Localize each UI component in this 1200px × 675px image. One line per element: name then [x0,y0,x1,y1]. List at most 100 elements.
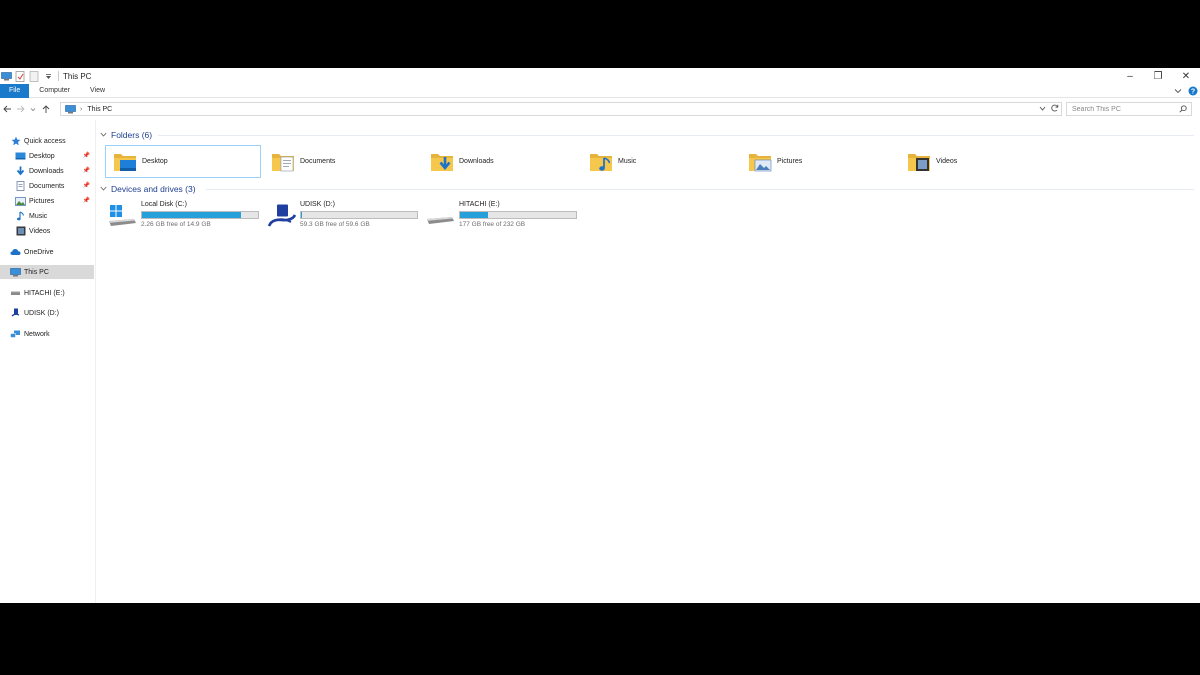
drive-free-space: 2.26 GB free of 14.9 GB [141,221,211,228]
folder-tile-downloads[interactable]: Downloads [423,145,579,178]
expand-ribbon-icon[interactable] [1174,88,1182,94]
sidebar-item-label: Music [29,212,48,220]
group-divider [158,135,1194,136]
pin-icon[interactable]: 📌 [83,197,90,204]
pin-icon[interactable]: 📌 [83,182,90,189]
sidebar-item-documents[interactable]: Documents 📌 [0,179,94,193]
sidebar-item-hitachi[interactable]: HITACHI (E:) [0,286,94,300]
search-icon[interactable] [1179,105,1187,115]
window-title: This PC [63,71,92,81]
sidebar-item-this-pc[interactable]: This PC [0,265,94,279]
search-input[interactable] [1072,105,1177,113]
sidebar-item-downloads[interactable]: Downloads 📌 [0,164,94,178]
hard-drive-icon [426,204,456,228]
pictures-folder-icon [747,149,773,175]
window-controls: – ❐ ✕ [1116,68,1200,84]
tab-computer[interactable]: Computer [29,84,80,98]
this-pc-icon [65,104,77,114]
pin-icon[interactable]: 📌 [83,152,90,159]
document-icon [15,181,26,191]
sidebar-item-desktop[interactable]: Desktop 📌 [0,149,94,163]
sidebar-item-quick-access[interactable]: Quick access [0,134,94,148]
folders-group-header[interactable]: Folders (6) [100,128,152,142]
sidebar-item-label: Desktop [29,152,55,160]
desktop-folder-icon [112,149,138,175]
back-button[interactable] [1,102,13,116]
sidebar-item-pictures[interactable]: Pictures 📌 [0,194,94,208]
pin-icon[interactable]: 📌 [83,167,90,174]
folder-tile-videos[interactable]: Videos [900,145,1056,178]
folder-label: Downloads [459,158,494,165]
folder-tile-music[interactable]: Music [582,145,738,178]
drive-tile-e[interactable]: HITACHI (E:) 177 GB free of 232 GB [426,200,586,232]
forward-button[interactable] [14,102,26,116]
help-icon[interactable]: ? [1188,86,1198,96]
restore-button[interactable]: ❐ [1144,68,1172,84]
close-button[interactable]: ✕ [1172,68,1200,84]
chevron-down-icon[interactable] [100,186,107,193]
windows-drive-icon [108,204,138,228]
computer-icon [10,267,21,277]
breadcrumb-this-pc[interactable]: This PC [87,106,112,113]
tab-file[interactable]: File [0,83,30,98]
drive-name: Local Disk (C:) [141,201,187,208]
new-folder-icon[interactable] [28,70,40,82]
documents-folder-icon [270,149,296,175]
folder-label: Documents [300,158,336,165]
videos-folder-icon [906,149,932,175]
this-pc-icon [0,70,12,82]
drive-name: HITACHI (E:) [459,201,500,208]
letterbox-top [0,0,1200,68]
sidebar-item-label: Quick access [24,137,66,145]
properties-icon[interactable] [14,70,26,82]
drives-group-header[interactable]: Devices and drives (3) [100,182,196,196]
drive-usage-bar [459,211,577,219]
customize-toolbar-icon[interactable] [42,70,54,82]
sidebar-item-label: Videos [29,227,51,235]
ribbon-right-controls: ? [1168,84,1198,98]
drive-usage-fill [460,212,488,218]
group-divider [206,189,1194,190]
search-box[interactable] [1066,102,1192,116]
refresh-icon[interactable] [1051,104,1059,114]
minimize-button[interactable]: – [1116,68,1144,84]
folder-label: Desktop [142,158,168,165]
recent-locations-button[interactable] [27,102,39,116]
usb-drive-icon [10,308,21,318]
drive-name: UDISK (D:) [300,201,335,208]
cloud-icon [10,247,21,257]
sidebar-item-network[interactable]: Network [0,327,94,341]
desktop-icon [15,151,26,161]
folder-tile-documents[interactable]: Documents [264,145,420,178]
drive-free-space: 177 GB free of 232 GB [459,221,526,228]
drive-usage-bar [141,211,259,219]
folder-tile-desktop[interactable]: Desktop [105,145,261,178]
address-history-icon[interactable] [1039,106,1046,113]
sidebar-item-label: OneDrive [24,248,54,256]
folder-tile-pictures[interactable]: Pictures [741,145,897,178]
sidebar-item-label: UDISK (D:) [24,309,59,317]
sidebar-item-music[interactable]: Music [0,209,94,223]
drives-group-label: Devices and drives (3) [111,184,196,194]
sidebar-item-videos[interactable]: Videos [0,224,94,238]
hard-drive-icon [10,288,21,298]
address-bar[interactable]: › This PC [60,102,1062,116]
up-button[interactable] [40,102,52,116]
sidebar-item-label: Downloads [29,167,64,175]
drive-usage-bar [300,211,418,219]
music-folder-icon [588,149,614,175]
ribbon-tabs: File Computer View ? [0,83,1200,98]
download-arrow-icon [15,166,26,176]
breadcrumb-chevron-icon[interactable]: › [80,106,82,113]
chevron-down-icon[interactable] [100,132,107,139]
letterbox-bottom [0,603,1200,675]
video-icon [15,226,26,236]
picture-icon [15,196,26,206]
music-note-icon [15,211,26,221]
drive-tile-d[interactable]: UDISK (D:) 59.3 GB free of 59.6 GB [267,200,427,232]
tab-view[interactable]: View [80,84,115,98]
sidebar-item-udisk[interactable]: UDISK (D:) [0,306,94,320]
drive-tile-c[interactable]: Local Disk (C:) 2.26 GB free of 14.9 GB [108,200,268,232]
drive-usage-fill [142,212,241,218]
sidebar-item-onedrive[interactable]: OneDrive [0,245,94,259]
